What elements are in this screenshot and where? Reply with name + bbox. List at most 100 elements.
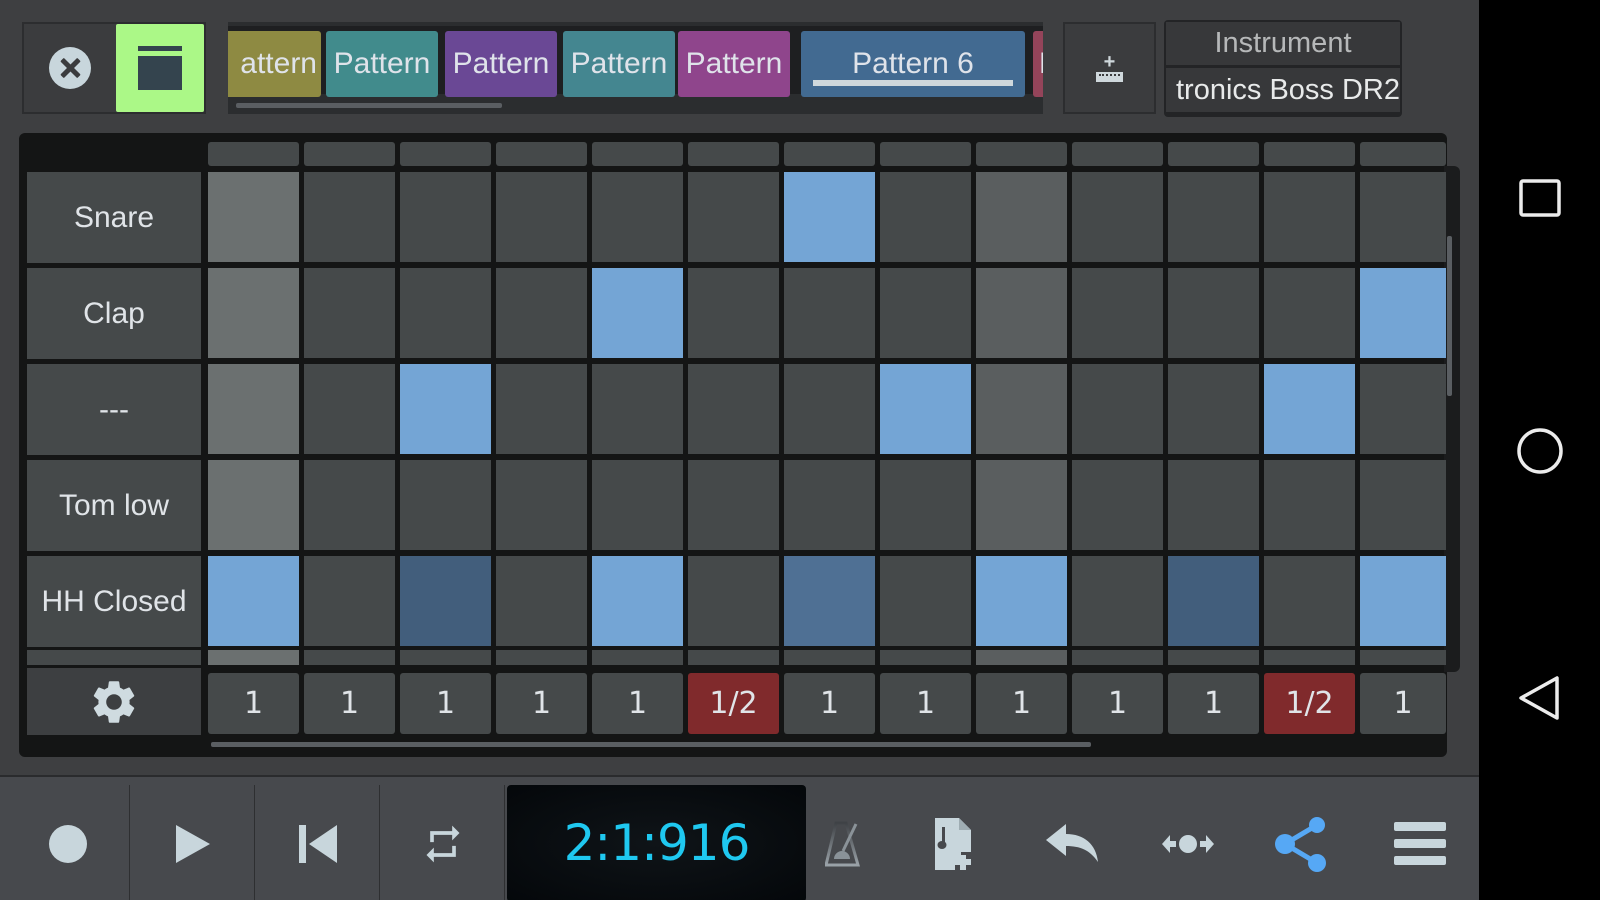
step-header-cell[interactable] [1264,142,1355,166]
step-cell[interactable] [400,460,491,550]
step-cell-active[interactable] [784,172,875,262]
step-header-cell[interactable] [784,142,875,166]
pattern-tab[interactable]: Pattern [326,31,438,97]
row-label[interactable]: Tom low [27,460,201,551]
row-label[interactable]: Snare [27,172,201,263]
step-cell[interactable] [1264,172,1355,262]
step-cell[interactable] [304,556,395,646]
pattern-tab[interactable]: P [1033,31,1043,97]
step-header-cell[interactable] [400,142,491,166]
step-header-cell[interactable] [592,142,683,166]
recents-square-icon[interactable] [1519,179,1561,217]
step-cell[interactable] [496,364,587,454]
step-cell-active[interactable] [1264,364,1355,454]
step-cell[interactable] [1072,268,1163,358]
step-cell[interactable] [1072,364,1163,454]
step-cell[interactable] [976,364,1067,454]
toggle-window-button[interactable] [115,24,204,112]
row-label[interactable]: Clap [27,268,201,359]
step-cell[interactable] [400,172,491,262]
undo-button[interactable] [1038,785,1108,900]
step-cell[interactable] [880,172,971,262]
step-cell[interactable] [496,172,587,262]
instrument-name[interactable]: tronics Boss DR2 [1166,68,1400,112]
step-length-button[interactable]: 1 [784,673,875,734]
step-length-button[interactable]: 1 [496,673,587,734]
step-cell-active[interactable] [1168,556,1259,646]
step-cell[interactable] [1168,364,1259,454]
step-cell[interactable] [496,268,587,358]
step-cell-active[interactable] [400,364,491,454]
step-cell[interactable] [1072,460,1163,550]
step-cell-active[interactable] [592,556,683,646]
grid-settings-button[interactable] [27,668,201,735]
step-cell[interactable] [1168,460,1259,550]
step-cell[interactable] [208,172,299,262]
horizontal-scrollbar[interactable] [211,742,1091,747]
step-length-button[interactable]: 1/2 [1264,673,1355,734]
step-length-button[interactable]: 1 [1072,673,1163,734]
step-cell-partial[interactable] [880,650,971,665]
step-cell-partial[interactable] [784,650,875,665]
step-cell[interactable] [1168,172,1259,262]
step-cell-partial[interactable] [1168,650,1259,665]
step-cell[interactable] [304,460,395,550]
record-button[interactable] [6,785,130,900]
step-cell-active[interactable] [880,364,971,454]
step-cell[interactable] [1360,364,1446,454]
step-cell-partial[interactable] [1360,650,1446,665]
step-length-button[interactable]: 1 [1168,673,1259,734]
step-cell[interactable] [592,172,683,262]
play-button[interactable] [131,785,255,900]
add-instrument-button[interactable]: + [1063,22,1156,114]
step-cell[interactable] [304,268,395,358]
step-cell[interactable] [688,268,779,358]
step-header-cell[interactable] [880,142,971,166]
step-cell[interactable] [400,268,491,358]
step-cell[interactable] [304,364,395,454]
step-cell[interactable] [688,364,779,454]
close-button[interactable] [24,24,116,112]
step-cell[interactable] [496,460,587,550]
row-label[interactable]: --- [27,364,201,455]
tabs-scrollbar[interactable] [236,103,502,108]
step-cell-active[interactable] [1360,556,1446,646]
step-length-button[interactable]: 1 [208,673,299,734]
step-cell[interactable] [976,268,1067,358]
step-cell-active[interactable] [976,556,1067,646]
step-cell[interactable] [208,364,299,454]
step-header-cell[interactable] [496,142,587,166]
step-header-cell[interactable] [976,142,1067,166]
step-cell[interactable] [1360,172,1446,262]
step-cell[interactable] [304,172,395,262]
row-label[interactable]: HH Closed [27,556,201,647]
step-length-button[interactable]: 1 [592,673,683,734]
pattern-tab[interactable]: Pattern [678,31,790,97]
step-length-button[interactable]: 1/2 [688,673,779,734]
step-header-cell[interactable] [1360,142,1446,166]
step-cell[interactable] [688,460,779,550]
step-cell[interactable] [208,268,299,358]
step-cell[interactable] [976,172,1067,262]
step-cell[interactable] [1360,460,1446,550]
step-cell-partial[interactable] [1072,650,1163,665]
pattern-tab[interactable]: Pattern [563,31,675,97]
move-button[interactable] [1153,785,1223,900]
rewind-button[interactable] [256,785,380,900]
step-cell[interactable] [1264,460,1355,550]
main-menu-button[interactable] [1380,785,1460,900]
step-cell-active[interactable] [784,556,875,646]
pattern-tab[interactable]: Pattern [445,31,557,97]
new-track-button[interactable] [920,785,990,900]
step-cell[interactable] [1264,268,1355,358]
step-cell[interactable] [1072,172,1163,262]
step-cell-partial[interactable] [496,650,587,665]
step-header-cell[interactable] [304,142,395,166]
step-cell-partial[interactable] [688,650,779,665]
step-length-button[interactable]: 1 [1360,673,1446,734]
step-cell[interactable] [688,556,779,646]
step-cell[interactable] [880,268,971,358]
step-cell-partial[interactable] [400,650,491,665]
pattern-tab-selected[interactable]: Pattern 6 [801,31,1025,97]
pattern-tab[interactable]: attern [228,31,321,97]
